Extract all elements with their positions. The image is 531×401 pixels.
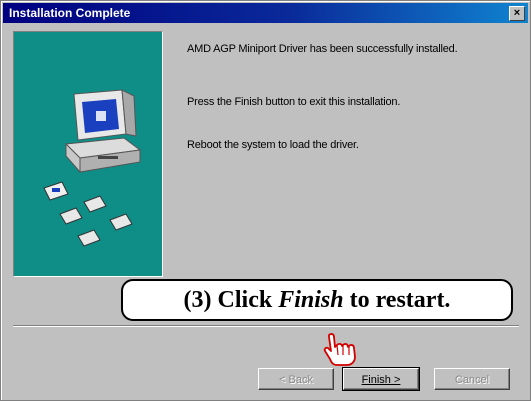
disk-icon <box>43 181 133 247</box>
button-separator <box>13 325 519 327</box>
callout-prefix: (3) Click <box>183 287 279 313</box>
window-title: Installation Complete <box>9 6 131 20</box>
finish-button[interactable]: Finish > <box>342 367 420 391</box>
finish-instruction: Press the Finish button to exit this ins… <box>187 96 401 108</box>
finish-button-label: Finish > <box>361 374 401 386</box>
reboot-instruction: Reboot the system to load the driver. <box>187 139 359 151</box>
cancel-button[interactable]: Cancel <box>434 368 510 390</box>
callout-emphasis: Finish <box>278 287 344 313</box>
pointing-hand-icon <box>323 333 356 366</box>
title-bar[interactable]: Installation Complete × <box>3 3 528 23</box>
instruction-callout: (3) Click Finish to restart. <box>121 279 513 321</box>
setup-illustration-panel <box>13 31 163 277</box>
close-icon[interactable]: × <box>509 6 525 21</box>
back-button[interactable]: < Back <box>258 368 334 390</box>
callout-suffix: to restart. <box>343 287 451 313</box>
computer-icon <box>43 89 142 247</box>
installation-dialog: Installation Complete × AMD AGP Miniport… <box>0 0 531 401</box>
success-message: AMD AGP Miniport Driver has been success… <box>187 43 458 55</box>
